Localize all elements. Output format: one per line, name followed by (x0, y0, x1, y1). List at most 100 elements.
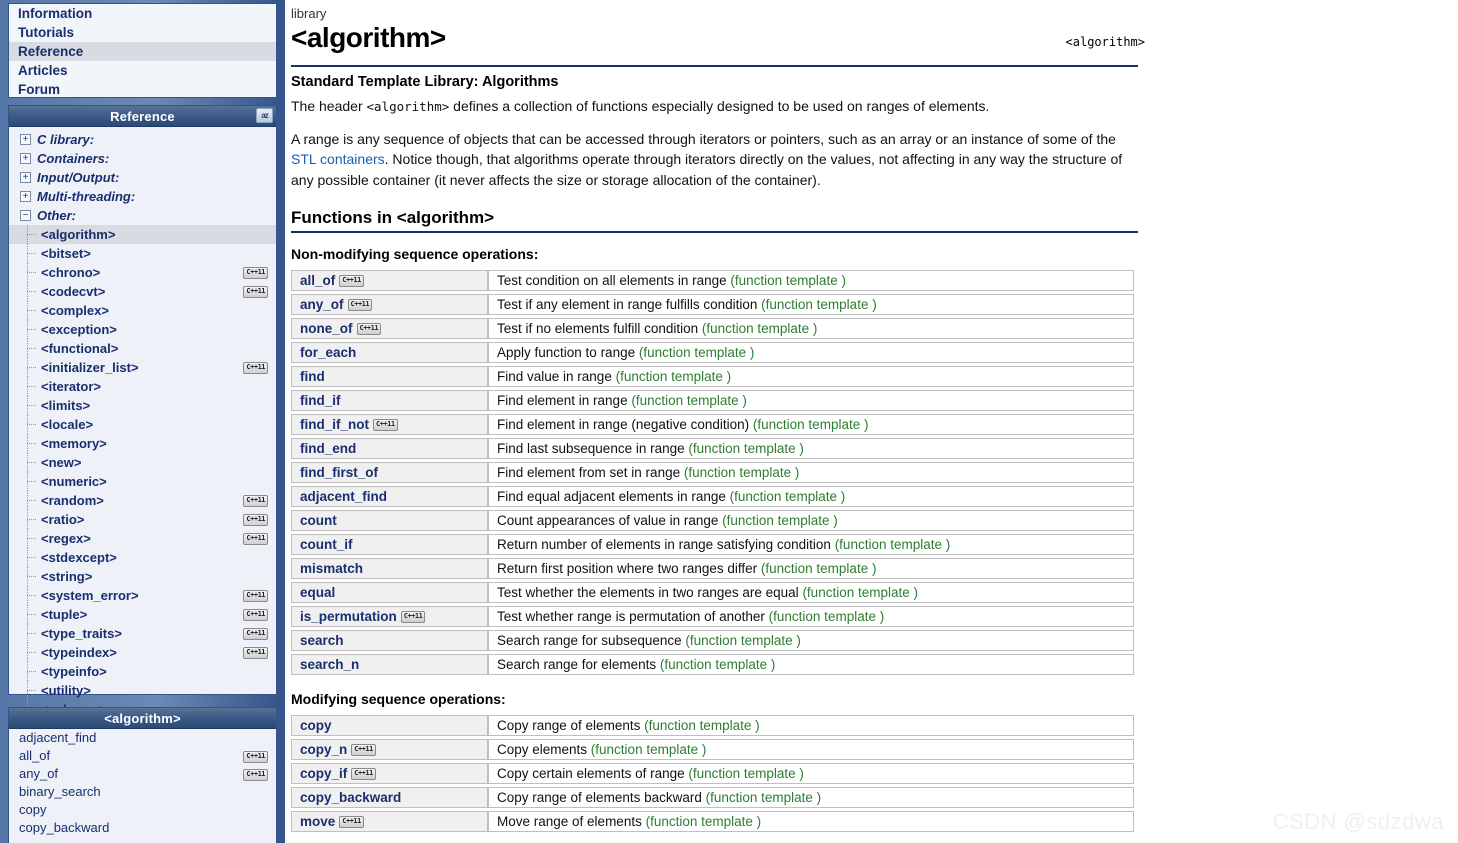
table-row[interactable]: find_if_not C++11 Find element in range (n… (291, 414, 1134, 435)
function-name-cell[interactable]: search (291, 630, 488, 651)
function-name-cell[interactable]: count (291, 510, 488, 531)
collapse-icon[interactable]: − (20, 210, 31, 221)
tree-item-regex[interactable]: <regex> C++11 (9, 529, 276, 548)
nav-item-forum[interactable]: Forum (9, 80, 276, 99)
function-name-link[interactable]: copy (300, 718, 332, 733)
nav-item-reference[interactable]: Reference (9, 42, 276, 61)
tree-item-initializerlist[interactable]: <initializer_list> C++11 (9, 358, 276, 377)
table-row[interactable]: count Count appearances of value in range… (291, 510, 1134, 531)
table-row[interactable]: find_if Find element in range (function t… (291, 390, 1134, 411)
table-row[interactable]: find Find value in range (function templa… (291, 366, 1134, 387)
function-name-link[interactable]: move (300, 814, 335, 829)
function-name-cell[interactable]: find_end (291, 438, 488, 459)
tree-item-utility[interactable]: <utility> (9, 681, 276, 700)
function-name-link[interactable]: copy_backward (300, 790, 401, 805)
nav-item-information[interactable]: Information (9, 4, 276, 23)
algorithm-index-item-all_of[interactable]: all_of C++11 (9, 747, 276, 765)
function-name-link[interactable]: search_n (300, 657, 359, 672)
expand-icon[interactable]: + (20, 191, 31, 202)
function-name-link[interactable]: none_of (300, 321, 353, 336)
tree-item-new[interactable]: <new> (9, 453, 276, 472)
function-name-link[interactable]: any_of (300, 297, 344, 312)
function-name-cell[interactable]: any_of C++11 (291, 294, 488, 315)
tree-group-c-library-[interactable]: + C library: (9, 130, 276, 149)
table-row[interactable]: move C++11 Move range of elements (functio… (291, 811, 1134, 832)
table-row[interactable]: for_each Apply function to range (functio… (291, 342, 1134, 363)
tree-item-typeinfo[interactable]: <typeinfo> (9, 662, 276, 681)
tree-group-multi-threading-[interactable]: + Multi-threading: (9, 187, 276, 206)
table-row[interactable]: find_end Find last subsequence in range (… (291, 438, 1134, 459)
function-name-link[interactable]: all_of (300, 273, 335, 288)
function-name-cell[interactable]: find_if (291, 390, 488, 411)
algorithm-index-item-any_of[interactable]: any_of C++11 (9, 765, 276, 783)
table-row[interactable]: copy Copy range of elements (function tem… (291, 715, 1134, 736)
tree-item-codecvt[interactable]: <codecvt> C++11 (9, 282, 276, 301)
tree-group-containers-[interactable]: + Containers: (9, 149, 276, 168)
tree-item-typeindex[interactable]: <typeindex> C++11 (9, 643, 276, 662)
algorithm-index-item-binary_search[interactable]: binary_search (9, 783, 276, 801)
tree-item-limits[interactable]: <limits> (9, 396, 276, 415)
function-name-link[interactable]: adjacent_find (300, 489, 387, 504)
table-row[interactable]: search Search range for subsequence (func… (291, 630, 1134, 651)
function-name-cell[interactable]: for_each (291, 342, 488, 363)
tree-item-algorithm[interactable]: <algorithm> (9, 225, 276, 244)
function-name-cell[interactable]: copy_n C++11 (291, 739, 488, 760)
table-row[interactable]: none_of C++11 Test if no elements fulfill … (291, 318, 1134, 339)
function-name-cell[interactable]: count_if (291, 534, 488, 555)
tree-item-bitset[interactable]: <bitset> (9, 244, 276, 263)
function-name-link[interactable]: count_if (300, 537, 353, 552)
table-row[interactable]: adjacent_find Find equal adjacent element… (291, 486, 1134, 507)
function-name-link[interactable]: is_permutation (300, 609, 397, 624)
table-row[interactable]: all_of C++11 Test condition on all element… (291, 270, 1134, 291)
tree-item-memory[interactable]: <memory> (9, 434, 276, 453)
algorithm-index-item-adjacent_find[interactable]: adjacent_find (9, 729, 276, 747)
function-name-cell[interactable]: find_if_not C++11 (291, 414, 488, 435)
table-row[interactable]: is_permutation C++11 Test whether range is… (291, 606, 1134, 627)
tree-item-exception[interactable]: <exception> (9, 320, 276, 339)
table-row[interactable]: count_if Return number of elements in ran… (291, 534, 1134, 555)
function-name-cell[interactable]: none_of C++11 (291, 318, 488, 339)
table-row[interactable]: any_of C++11 Test if any element in range … (291, 294, 1134, 315)
function-name-cell[interactable]: search_n (291, 654, 488, 675)
function-name-cell[interactable]: equal (291, 582, 488, 603)
tree-item-iterator[interactable]: <iterator> (9, 377, 276, 396)
tree-item-systemerror[interactable]: <system_error> C++11 (9, 586, 276, 605)
function-name-link[interactable]: find_if (300, 393, 341, 408)
table-row[interactable]: equal Test whether the elements in two ra… (291, 582, 1134, 603)
function-name-cell[interactable]: copy_if C++11 (291, 763, 488, 784)
tree-item-complex[interactable]: <complex> (9, 301, 276, 320)
function-name-link[interactable]: copy_if (300, 766, 347, 781)
function-name-link[interactable]: find_if_not (300, 417, 369, 432)
function-name-link[interactable]: for_each (300, 345, 356, 360)
table-row[interactable]: find_first_of Find element from set in ra… (291, 462, 1134, 483)
tree-item-chrono[interactable]: <chrono> C++11 (9, 263, 276, 282)
table-row[interactable]: mismatch Return first position where two … (291, 558, 1134, 579)
nav-item-tutorials[interactable]: Tutorials (9, 23, 276, 42)
expand-icon[interactable]: + (20, 134, 31, 145)
sort-az-icon[interactable]: az (256, 108, 273, 123)
function-name-link[interactable]: search (300, 633, 344, 648)
tree-item-ratio[interactable]: <ratio> C++11 (9, 510, 276, 529)
expand-icon[interactable]: + (20, 172, 31, 183)
function-name-link[interactable]: copy_n (300, 742, 347, 757)
function-name-link[interactable]: find_end (300, 441, 356, 456)
algorithm-index-item-copy[interactable]: copy (9, 801, 276, 819)
tree-group-other-[interactable]: − Other: (9, 206, 276, 225)
tree-item-functional[interactable]: <functional> (9, 339, 276, 358)
table-row[interactable]: search_n Search range for elements (funct… (291, 654, 1134, 675)
function-name-link[interactable]: find (300, 369, 325, 384)
tree-item-string[interactable]: <string> (9, 567, 276, 586)
function-name-cell[interactable]: is_permutation C++11 (291, 606, 488, 627)
function-name-cell[interactable]: copy_backward (291, 787, 488, 808)
function-name-cell[interactable]: mismatch (291, 558, 488, 579)
tree-item-locale[interactable]: <locale> (9, 415, 276, 434)
function-name-cell[interactable]: find_first_of (291, 462, 488, 483)
function-name-cell[interactable]: copy (291, 715, 488, 736)
function-name-link[interactable]: count (300, 513, 337, 528)
function-name-cell[interactable]: all_of C++11 (291, 270, 488, 291)
expand-icon[interactable]: + (20, 153, 31, 164)
function-name-link[interactable]: equal (300, 585, 335, 600)
function-name-cell[interactable]: move C++11 (291, 811, 488, 832)
stl-containers-link[interactable]: STL containers (291, 151, 385, 167)
tree-item-stdexcept[interactable]: <stdexcept> (9, 548, 276, 567)
